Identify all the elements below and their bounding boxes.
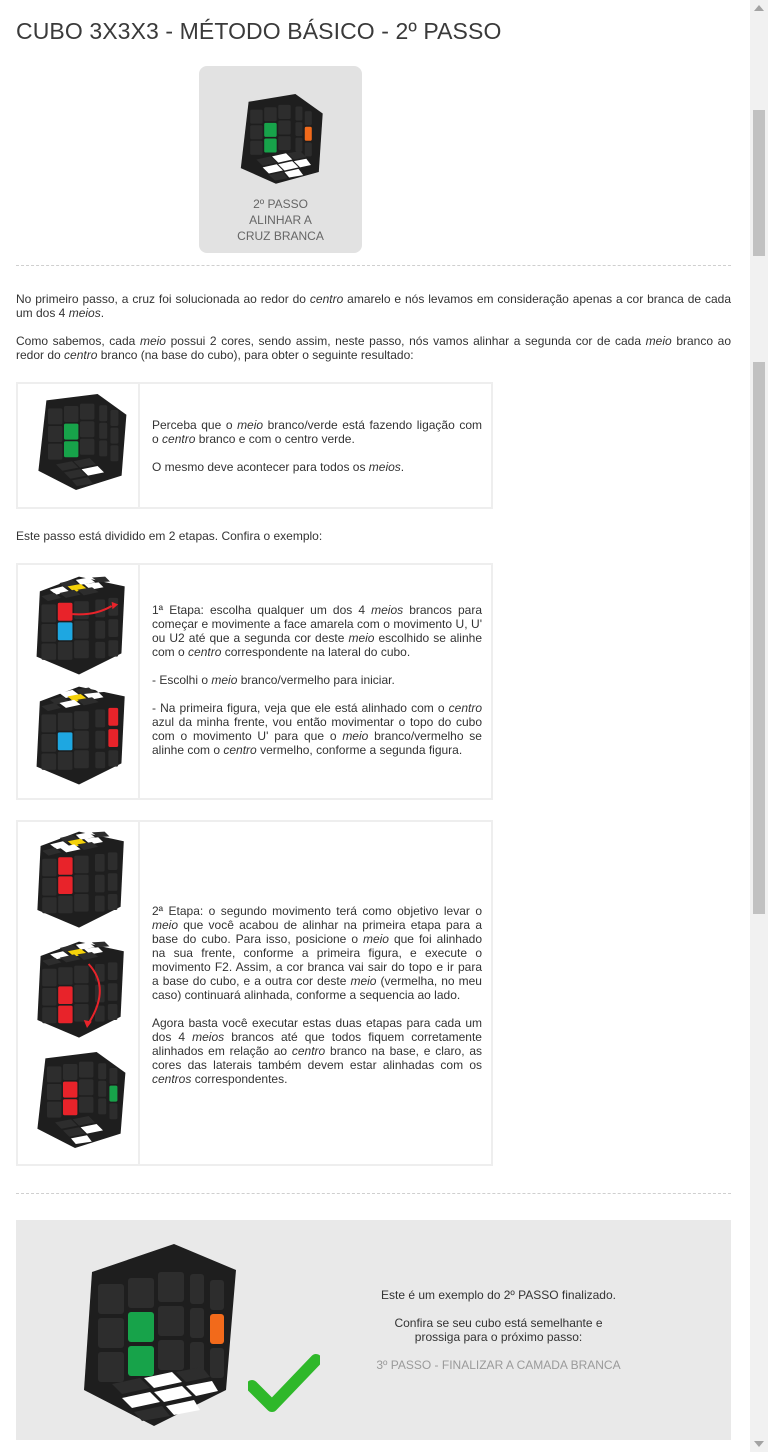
page-title: CUBO 3X3X3 - MÉTODO BÁSICO - 2º PASSO xyxy=(16,18,502,44)
emphasis-term: meio xyxy=(342,729,369,743)
stage-1-text: 1ª Etapa: escolha qualquer um dos 4 meio… xyxy=(152,603,482,757)
emphasis-term: centro xyxy=(223,743,257,757)
cube-step2-thumbnail xyxy=(240,94,323,184)
emphasis-term: centros xyxy=(152,1072,192,1086)
emphasis-term: meio xyxy=(350,974,377,988)
final-text-line2: Confira se seu cubo está semelhante e xyxy=(394,1316,603,1330)
emphasis-term: centro xyxy=(188,645,222,659)
stage-2-box: 2ª Etapa: o segundo movimento terá como … xyxy=(16,820,493,1166)
intro-paragraph-1: No primeiro passo, a cruz foi solucionad… xyxy=(16,292,732,320)
cube-stage1-figure1 xyxy=(36,576,125,675)
divider xyxy=(16,265,731,266)
stage-1-text-p2: - Escolhi o meio branco/vermelho para in… xyxy=(152,673,395,687)
intro-paragraph-2: Como sabemos, cada meio possui 2 cores, … xyxy=(16,334,731,362)
step-card-line1: 2º PASSO xyxy=(253,197,308,211)
result-text-p1: Perceba que o meio branco/verde está faz… xyxy=(152,418,482,446)
emphasis-term: meio xyxy=(211,673,238,687)
cube-green-edge-image xyxy=(38,394,127,490)
emphasis-term: meios xyxy=(68,306,101,320)
emphasis-term: centro xyxy=(162,432,196,446)
stage-2-image-cell xyxy=(18,822,140,1164)
emphasis-term: meio xyxy=(237,418,264,432)
step-card-line2: ALINHAR A xyxy=(249,213,312,227)
stage-1-image-cell xyxy=(18,565,140,798)
result-box: Perceba que o meio branco/verde está faz… xyxy=(16,382,493,509)
cube-graphic xyxy=(240,94,323,184)
emphasis-term: centro xyxy=(64,348,98,362)
cube-stage2-figure3 xyxy=(37,1052,126,1148)
cube-stage1-figure2 xyxy=(36,686,125,785)
emphasis-term: meio xyxy=(139,334,166,348)
stage-1-box: 1ª Etapa: escolha qualquer um dos 4 meio… xyxy=(16,563,493,800)
emphasis-term: meios xyxy=(371,603,404,617)
next-step-link[interactable]: 3º PASSO - FINALIZAR A CAMADA BRANCA xyxy=(346,1358,651,1372)
emphasis-term: meio xyxy=(362,932,389,946)
cube-final-image xyxy=(84,1244,236,1426)
scroll-down-arrow[interactable] xyxy=(754,1441,764,1447)
scrollbar-thumb[interactable] xyxy=(753,362,765,914)
step-card-line3: CRUZ BRANCA xyxy=(237,229,324,243)
stage-1-text-p3: - Na primeira figura, veja que ele está … xyxy=(152,701,482,757)
emphasis-term: centro xyxy=(291,1044,326,1058)
stage-1-text-p1: 1ª Etapa: escolha qualquer um dos 4 meio… xyxy=(152,603,482,659)
emphasis-term: meios xyxy=(192,1030,225,1044)
emphasis-term: meio xyxy=(645,334,672,348)
page: CUBO 3X3X3 - MÉTODO BÁSICO - 2º PASSO 2º… xyxy=(0,0,750,1452)
cube-stage2-figure1 xyxy=(37,831,124,928)
result-text-p2: O mesmo deve acontecer para todos os mei… xyxy=(152,460,405,474)
stage-2-text: 2ª Etapa: o segundo movimento terá como … xyxy=(152,904,482,1086)
result-image-cell xyxy=(18,384,140,507)
scrollbar-thumb-upper[interactable] xyxy=(753,110,765,256)
step-card-2[interactable]: 2º PASSO ALINHAR A CRUZ BRANCA xyxy=(199,66,362,253)
steps-intro-text: Este passo está dividido em 2 etapas. Co… xyxy=(16,529,323,543)
result-text: Perceba que o meio branco/verde está faz… xyxy=(152,418,482,474)
step-card-caption: 2º PASSO ALINHAR A CRUZ BRANCA xyxy=(199,196,362,244)
final-text-line1: Este é um exemplo do 2º PASSO finalizado… xyxy=(381,1288,616,1302)
emphasis-term: meios xyxy=(368,460,401,474)
final-example-panel: Este é um exemplo do 2º PASSO finalizado… xyxy=(16,1220,731,1440)
stage-2-text-p2: Agora basta você executar estas duas eta… xyxy=(152,1016,482,1086)
stage-2-text-p1: 2ª Etapa: o segundo movimento terá como … xyxy=(152,904,482,1002)
cube-stage2-figure2 xyxy=(37,941,124,1038)
divider xyxy=(16,1193,731,1194)
emphasis-term: meio xyxy=(152,918,179,932)
scroll-up-arrow[interactable] xyxy=(754,5,764,11)
emphasis-term: centro xyxy=(448,701,482,715)
final-text-line3: prossiga para o próximo passo: xyxy=(414,1330,583,1344)
vertical-scrollbar[interactable] xyxy=(750,0,768,1452)
emphasis-term: meio xyxy=(348,631,375,645)
check-icon xyxy=(248,1354,320,1412)
emphasis-term: centro xyxy=(309,292,344,306)
